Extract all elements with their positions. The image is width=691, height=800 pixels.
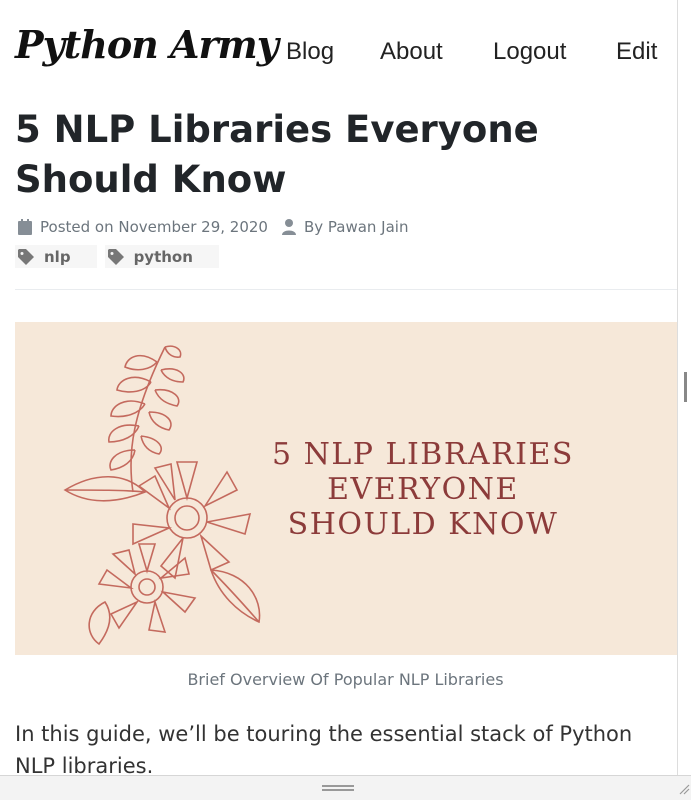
tag-label: python (133, 247, 193, 266)
nav-edit-link[interactable]: Edit (616, 38, 657, 66)
nav-about-link[interactable]: About (380, 38, 443, 66)
drag-handle[interactable] (322, 785, 354, 791)
post-author: By Pawan Jain (303, 218, 409, 236)
image-caption: Brief Overview Of Popular NLP Libraries (187, 670, 504, 689)
tag-python[interactable]: python (104, 245, 219, 268)
calendar-icon (18, 219, 32, 235)
tag-icon (107, 248, 124, 265)
tag-icon (18, 248, 34, 265)
tag-nlp[interactable]: nlp (15, 245, 97, 268)
hero-image: 5 NLP LIBRARIES EVERYONE SHOULD KNOW (15, 322, 677, 655)
nav-blog-link[interactable]: Blog (286, 38, 334, 66)
nav-logout-link[interactable]: Logout (493, 38, 566, 66)
tag-list: nlp python (15, 245, 219, 268)
tag-label: nlp (44, 247, 71, 266)
intro-paragraph: In this guide, we’ll be touring the esse… (15, 722, 633, 775)
scroll-grip[interactable] (684, 372, 687, 402)
site-logo[interactable]: Python Army (15, 22, 279, 67)
post-meta: Posted on November 29, 2020 By Pawan Jai… (18, 218, 408, 236)
post-title: 5 NLP Libraries Everyone Should Know (15, 108, 539, 201)
user-icon (281, 219, 296, 235)
divider (15, 289, 677, 290)
page-frame: Python Army Blog About Logout Edit 5 NLP… (0, 0, 677, 775)
resize-grip-icon[interactable] (678, 783, 690, 795)
hero-title: 5 NLP LIBRARIES EVERYONE SHOULD KNOW (272, 437, 574, 542)
post-date: Posted on November 29, 2020 (40, 218, 268, 236)
